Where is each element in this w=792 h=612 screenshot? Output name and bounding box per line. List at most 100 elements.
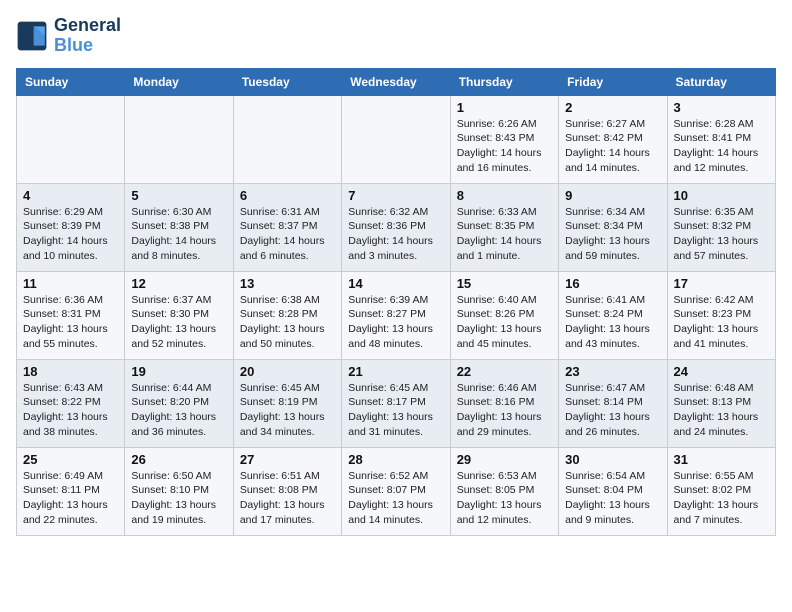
calendar-cell: 18Sunrise: 6:43 AM Sunset: 8:22 PM Dayli… [17,359,125,447]
logo-icon [16,20,48,52]
day-detail: Sunrise: 6:34 AM Sunset: 8:34 PM Dayligh… [565,205,660,264]
calendar-cell: 31 Sunrise: 6:55 AM Sunset: 8:02 PM Dayli… [667,447,775,535]
day-detail: Sunrise: 6:48 AM Sunset: 8:13 PM Dayligh… [674,381,769,440]
day-detail: Sunrise: 6:38 AM Sunset: 8:28 PM Dayligh… [240,293,335,352]
day-number: 7 [348,188,443,203]
dow-header: Sunday [17,68,125,95]
calendar-cell: 26 Sunrise: 6:50 AM Sunset: 8:10 PM Dayli… [125,447,233,535]
day-number: 11 [23,276,118,291]
day-number: 25 [23,452,118,467]
day-detail: Sunrise: 6:53 AM Sunset: 8:05 PM Dayligh… [457,469,552,528]
calendar-cell: 9 Sunrise: 6:34 AM Sunset: 8:34 PM Daylig… [559,183,667,271]
calendar-cell: 4 Sunrise: 6:29 AM Sunset: 8:39 PM Daylig… [17,183,125,271]
day-detail: Sunrise: 6:45 AM Sunset: 8:17 PM Dayligh… [348,381,443,440]
calendar-cell: 19 Sunrise: 6:44 AM Sunset: 8:20 PM Dayli… [125,359,233,447]
day-number: 13 [240,276,335,291]
day-detail: Sunrise: 6:26 AM Sunset: 8:43 PM Dayligh… [457,117,552,176]
day-detail: Sunrise: 6:44 AM Sunset: 8:20 PM Dayligh… [131,381,226,440]
calendar-cell: 3 Sunrise: 6:28 AM Sunset: 8:41 PM Daylig… [667,95,775,183]
day-number: 27 [240,452,335,467]
day-number: 16 [565,276,660,291]
day-detail: Sunrise: 6:55 AM Sunset: 8:02 PM Dayligh… [674,469,769,528]
day-detail: Sunrise: 6:43 AM Sunset: 8:22 PM Dayligh… [23,381,118,440]
dow-header: Friday [559,68,667,95]
day-number: 5 [131,188,226,203]
calendar-cell: 7 Sunrise: 6:32 AM Sunset: 8:36 PM Daylig… [342,183,450,271]
day-detail: Sunrise: 6:30 AM Sunset: 8:38 PM Dayligh… [131,205,226,264]
day-detail: Sunrise: 6:31 AM Sunset: 8:37 PM Dayligh… [240,205,335,264]
day-detail: Sunrise: 6:47 AM Sunset: 8:14 PM Dayligh… [565,381,660,440]
calendar-cell: 15Sunrise: 6:40 AM Sunset: 8:26 PM Dayli… [450,271,558,359]
calendar-cell: 16 Sunrise: 6:41 AM Sunset: 8:24 PM Dayli… [559,271,667,359]
calendar-cell: 24 Sunrise: 6:48 AM Sunset: 8:13 PM Dayli… [667,359,775,447]
day-detail: Sunrise: 6:45 AM Sunset: 8:19 PM Dayligh… [240,381,335,440]
dow-header: Monday [125,68,233,95]
calendar-cell: 21 Sunrise: 6:45 AM Sunset: 8:17 PM Dayli… [342,359,450,447]
calendar-cell: 8 Sunrise: 6:33 AM Sunset: 8:35 PM Daylig… [450,183,558,271]
day-number: 14 [348,276,443,291]
calendar-cell [342,95,450,183]
calendar-cell: 29 Sunrise: 6:53 AM Sunset: 8:05 PM Dayli… [450,447,558,535]
day-detail: Sunrise: 6:29 AM Sunset: 8:39 PM Dayligh… [23,205,118,264]
day-number: 8 [457,188,552,203]
day-number: 19 [131,364,226,379]
day-detail: Sunrise: 6:35 AM Sunset: 8:32 PM Dayligh… [674,205,769,264]
day-detail: Sunrise: 6:32 AM Sunset: 8:36 PM Dayligh… [348,205,443,264]
day-number: 29 [457,452,552,467]
dow-header: Thursday [450,68,558,95]
calendar-cell: 30Sunrise: 6:54 AM Sunset: 8:04 PM Dayli… [559,447,667,535]
day-detail: Sunrise: 6:37 AM Sunset: 8:30 PM Dayligh… [131,293,226,352]
logo: General Blue [16,16,121,56]
day-number: 21 [348,364,443,379]
calendar-cell: 13 Sunrise: 6:38 AM Sunset: 8:28 PM Dayli… [233,271,341,359]
day-detail: Sunrise: 6:50 AM Sunset: 8:10 PM Dayligh… [131,469,226,528]
day-detail: Sunrise: 6:42 AM Sunset: 8:23 PM Dayligh… [674,293,769,352]
page-header: General Blue [16,16,776,56]
day-number: 1 [457,100,552,115]
day-detail: Sunrise: 6:36 AM Sunset: 8:31 PM Dayligh… [23,293,118,352]
calendar-cell: 22 Sunrise: 6:46 AM Sunset: 8:16 PM Dayli… [450,359,558,447]
calendar-cell: 6 Sunrise: 6:31 AM Sunset: 8:37 PM Daylig… [233,183,341,271]
calendar-cell: 28 Sunrise: 6:52 AM Sunset: 8:07 PM Dayli… [342,447,450,535]
day-number: 9 [565,188,660,203]
calendar-cell: 20 Sunrise: 6:45 AM Sunset: 8:19 PM Dayli… [233,359,341,447]
day-number: 22 [457,364,552,379]
day-number: 10 [674,188,769,203]
day-detail: Sunrise: 6:39 AM Sunset: 8:27 PM Dayligh… [348,293,443,352]
day-detail: Sunrise: 6:52 AM Sunset: 8:07 PM Dayligh… [348,469,443,528]
dow-header: Saturday [667,68,775,95]
calendar-cell: 5 Sunrise: 6:30 AM Sunset: 8:38 PM Daylig… [125,183,233,271]
logo-text: General Blue [54,16,121,56]
day-number: 3 [674,100,769,115]
day-number: 28 [348,452,443,467]
calendar-header: SundayMondayTuesdayWednesdayThursdayFrid… [17,68,776,95]
day-detail: Sunrise: 6:51 AM Sunset: 8:08 PM Dayligh… [240,469,335,528]
calendar-cell: 27 Sunrise: 6:51 AM Sunset: 8:08 PM Dayli… [233,447,341,535]
day-number: 17 [674,276,769,291]
day-detail: Sunrise: 6:49 AM Sunset: 8:11 PM Dayligh… [23,469,118,528]
day-detail: Sunrise: 6:54 AM Sunset: 8:04 PM Dayligh… [565,469,660,528]
calendar-cell: 11 Sunrise: 6:36 AM Sunset: 8:31 PM Dayli… [17,271,125,359]
calendar-cell: 25 Sunrise: 6:49 AM Sunset: 8:11 PM Dayli… [17,447,125,535]
day-number: 4 [23,188,118,203]
day-number: 20 [240,364,335,379]
dow-header: Wednesday [342,68,450,95]
calendar-cell: 12Sunrise: 6:37 AM Sunset: 8:30 PM Dayli… [125,271,233,359]
day-detail: Sunrise: 6:41 AM Sunset: 8:24 PM Dayligh… [565,293,660,352]
day-number: 31 [674,452,769,467]
calendar-cell: 10 Sunrise: 6:35 AM Sunset: 8:32 PM Dayli… [667,183,775,271]
day-number: 2 [565,100,660,115]
day-number: 24 [674,364,769,379]
day-number: 26 [131,452,226,467]
day-detail: Sunrise: 6:46 AM Sunset: 8:16 PM Dayligh… [457,381,552,440]
dow-header: Tuesday [233,68,341,95]
calendar-cell: 1 Sunrise: 6:26 AM Sunset: 8:43 PM Daylig… [450,95,558,183]
calendar-cell: 14 Sunrise: 6:39 AM Sunset: 8:27 PM Dayli… [342,271,450,359]
day-detail: Sunrise: 6:33 AM Sunset: 8:35 PM Dayligh… [457,205,552,264]
calendar-table: SundayMondayTuesdayWednesdayThursdayFrid… [16,68,776,536]
day-number: 6 [240,188,335,203]
day-detail: Sunrise: 6:40 AM Sunset: 8:26 PM Dayligh… [457,293,552,352]
calendar-cell [125,95,233,183]
calendar-cell: 17 Sunrise: 6:42 AM Sunset: 8:23 PM Dayli… [667,271,775,359]
day-detail: Sunrise: 6:28 AM Sunset: 8:41 PM Dayligh… [674,117,769,176]
